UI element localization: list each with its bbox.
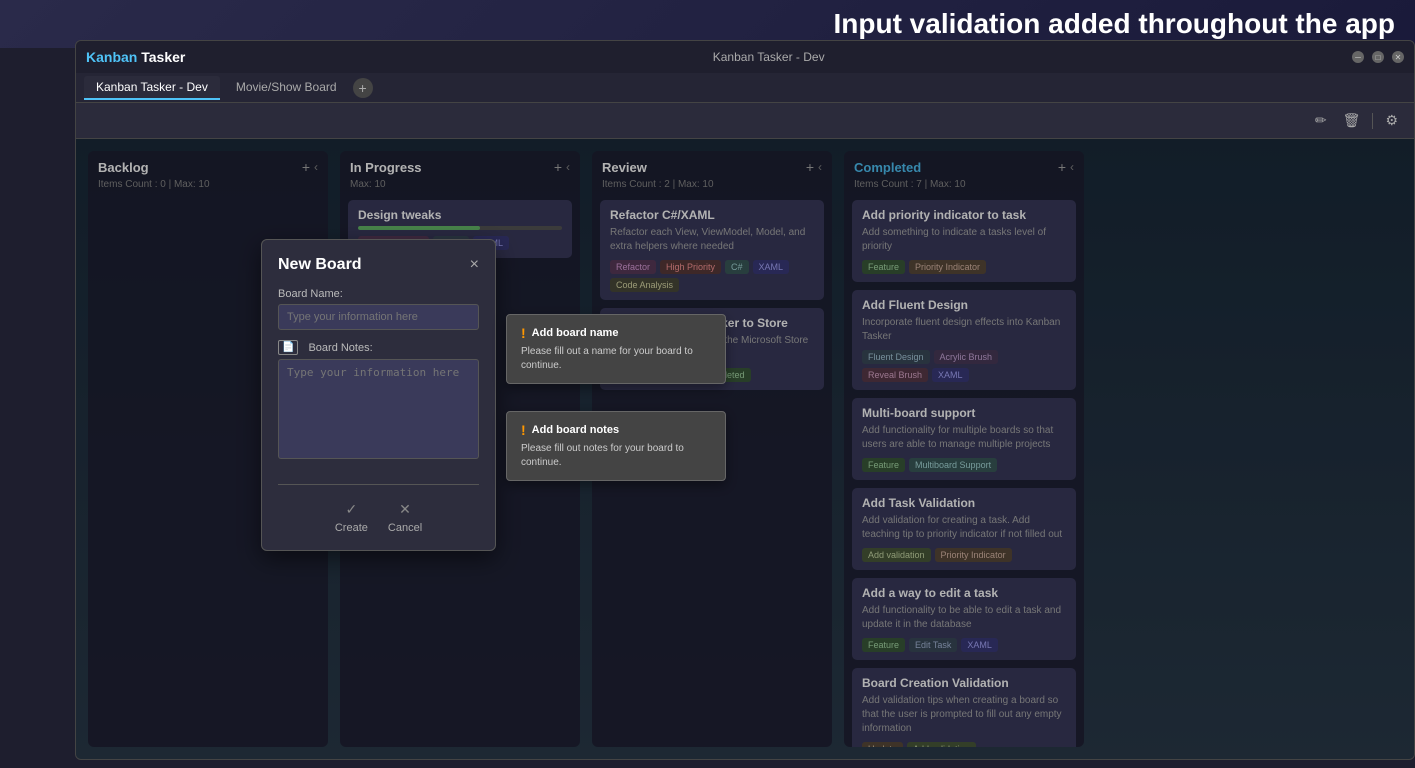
create-button[interactable]: ✓ Create [335, 501, 368, 534]
edit-button[interactable]: ✏ [1311, 108, 1331, 133]
new-board-modal: New Board × Board Name: 📄 Board Notes: ✓… [261, 239, 496, 551]
app-window: Kanban Tasker Kanban Tasker - Dev ─ □ ✕ … [75, 40, 1415, 760]
app-logo: Kanban Tasker [86, 49, 185, 65]
modal-divider [278, 484, 479, 485]
toolbar: ✏ 🗑 ⚙ [76, 103, 1414, 139]
settings-button[interactable]: ⚙ [1381, 108, 1402, 133]
tooltip-name-text: Please fill out a name for your board to… [521, 345, 711, 373]
close-button[interactable]: ✕ [1392, 51, 1404, 63]
modal-header: New Board × [278, 256, 479, 274]
board-area: Backlog + ‹ Items Count : 0 | Max: 10 In… [76, 139, 1414, 759]
modal-title: New Board [278, 256, 362, 274]
window-title: Kanban Tasker - Dev [713, 50, 825, 64]
modal-footer: ✓ Create ✕ Cancel [278, 495, 479, 534]
cancel-icon: ✕ [399, 501, 411, 518]
tooltip-notes-icon: ! [521, 422, 526, 438]
window-controls: ─ □ ✕ [1352, 51, 1404, 63]
tab-kanban-tasker-dev[interactable]: Kanban Tasker - Dev [84, 76, 220, 100]
title-bar-left: Kanban Tasker [86, 49, 185, 65]
board-name-label: Board Name: [278, 288, 479, 300]
add-tab-button[interactable]: + [353, 78, 373, 98]
tab-movie-show-board[interactable]: Movie/Show Board [224, 76, 349, 100]
tooltip-board-name: ! Add board name Please fill out a name … [506, 314, 726, 384]
tooltip-notes-text: Please fill out notes for your board to … [521, 442, 711, 470]
notes-icon: 📄 [278, 340, 298, 355]
tooltip-name-title: ! Add board name [521, 325, 711, 341]
title-bar: Kanban Tasker Kanban Tasker - Dev ─ □ ✕ [76, 41, 1414, 73]
board-name-input[interactable] [278, 304, 479, 330]
create-icon: ✓ [346, 501, 358, 518]
delete-button[interactable]: 🗑 [1339, 108, 1365, 133]
modal-close-button[interactable]: × [470, 256, 479, 274]
maximize-button[interactable]: □ [1372, 51, 1384, 63]
board-notes-textarea[interactable] [278, 359, 479, 459]
cancel-button[interactable]: ✕ Cancel [388, 501, 422, 534]
tooltip-board-notes: ! Add board notes Please fill out notes … [506, 411, 726, 481]
minimize-button[interactable]: ─ [1352, 51, 1364, 63]
tooltip-name-icon: ! [521, 325, 526, 341]
tooltip-notes-title: ! Add board notes [521, 422, 711, 438]
tab-bar: Kanban Tasker - Dev Movie/Show Board + [76, 73, 1414, 103]
toolbar-divider [1372, 113, 1373, 129]
board-notes-label: 📄 Board Notes: [278, 340, 479, 355]
